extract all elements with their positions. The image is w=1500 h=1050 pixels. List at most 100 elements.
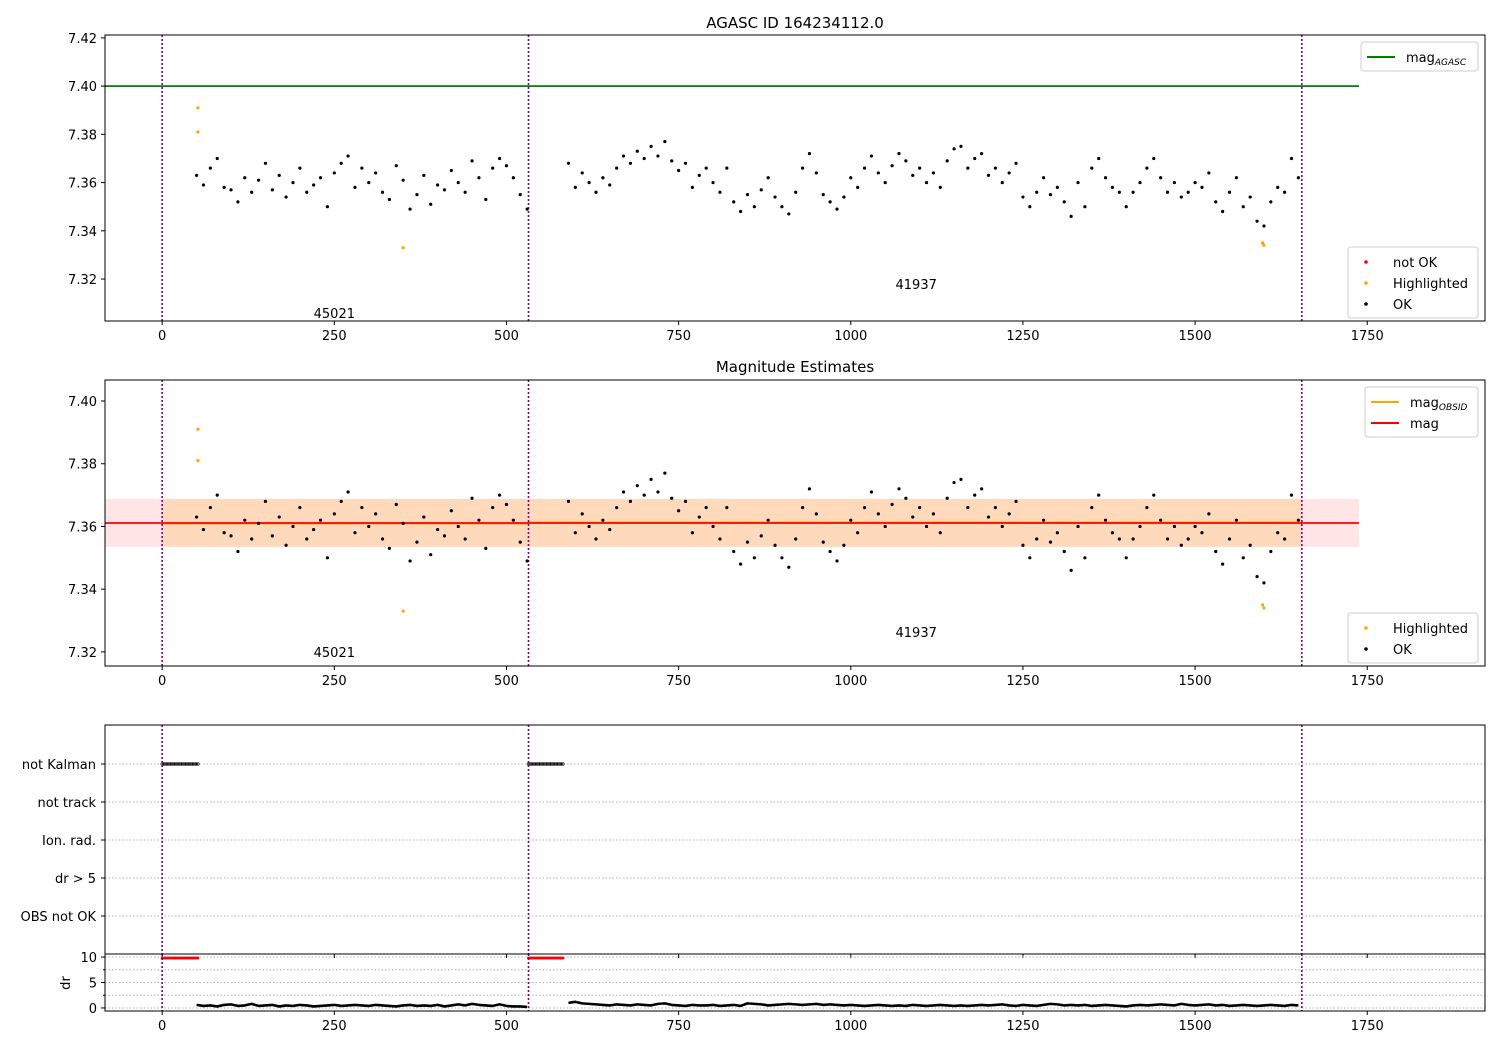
ok-point	[367, 524, 371, 529]
x-tick-label: 750	[666, 674, 691, 689]
ok-point	[1221, 562, 1225, 566]
ok-point	[862, 506, 867, 510]
y-tick-label: 7.32	[68, 646, 97, 661]
ok-point	[250, 190, 254, 194]
dr-series	[196, 1002, 528, 1009]
ok-point	[621, 154, 626, 158]
highlighted-point	[196, 427, 200, 431]
ok-point	[497, 493, 502, 497]
ok-point	[408, 559, 412, 563]
y-tick-label: 7.42	[68, 32, 97, 47]
ok-point	[1110, 185, 1115, 190]
ok-point	[470, 159, 474, 163]
ok-point	[284, 543, 288, 547]
ok-point	[883, 180, 887, 185]
y-tick-label: 7.36	[68, 520, 97, 535]
ok-point	[1000, 180, 1004, 185]
ok-point	[1165, 190, 1170, 194]
ok-point	[215, 493, 219, 497]
ok-point	[415, 540, 419, 544]
y-tick-label: 7.40	[68, 395, 97, 410]
ok-point	[360, 166, 364, 170]
ok-point	[869, 154, 874, 158]
ok-point	[690, 531, 694, 535]
ok-point	[1179, 195, 1183, 199]
highlighted-point	[1260, 603, 1265, 607]
ok-point	[718, 537, 722, 541]
ok-point	[1214, 200, 1218, 204]
ok-point	[194, 173, 199, 177]
ok-point	[291, 524, 295, 529]
ok-point	[993, 506, 997, 510]
ok-point	[1110, 531, 1115, 535]
ok-point	[1069, 568, 1073, 572]
ok-point	[780, 556, 784, 560]
ok-point	[670, 496, 674, 500]
ok-point	[594, 190, 598, 194]
legend-label: not OK	[1393, 256, 1438, 271]
ok-point	[621, 490, 626, 494]
ok-point	[1214, 549, 1218, 554]
ok-point	[677, 509, 681, 513]
dr-clipped-point	[561, 956, 565, 960]
ok-point	[1090, 506, 1094, 510]
ok-point	[208, 506, 212, 510]
ok-point	[380, 537, 385, 541]
ok-point	[1097, 493, 1101, 497]
ok-point	[704, 166, 708, 170]
ok-point	[491, 166, 495, 170]
ok-point	[387, 197, 392, 202]
legend-point-marker	[1364, 626, 1368, 630]
ok-point	[869, 490, 874, 494]
ok-point	[642, 156, 646, 161]
ok-point	[298, 506, 302, 510]
ok-point	[1248, 543, 1252, 547]
ok-point	[1200, 531, 1204, 535]
ok-point	[332, 512, 336, 516]
ok-point	[256, 521, 261, 525]
ok-point	[1131, 190, 1135, 194]
ok-point	[697, 173, 701, 177]
legend-point-marker	[1364, 281, 1368, 285]
ok-point	[504, 502, 509, 507]
ok-point	[256, 178, 261, 182]
ok-point	[470, 496, 474, 500]
flag-label: dr > 5	[55, 872, 96, 887]
highlighted-point	[196, 106, 200, 110]
legend-label: OK	[1393, 298, 1412, 313]
ok-point	[924, 180, 929, 185]
ok-point	[1283, 537, 1287, 541]
ok-point	[683, 161, 688, 165]
ok-point	[1055, 531, 1059, 535]
y-tick-label: 7.34	[68, 583, 97, 598]
ok-point	[800, 166, 805, 170]
ok-point	[1269, 549, 1273, 554]
ok-point	[229, 534, 233, 538]
ok-point	[807, 487, 812, 491]
ok-point	[1090, 166, 1094, 170]
ok-point	[966, 506, 970, 510]
ok-point	[477, 518, 481, 522]
obsid-label: 41937	[896, 626, 937, 641]
y-tick-label: 7.38	[68, 458, 97, 473]
ok-point	[463, 537, 467, 541]
x-tick-label: 750	[666, 1019, 691, 1034]
ok-point	[1172, 180, 1177, 185]
ok-point	[787, 565, 791, 569]
ok-point	[573, 185, 577, 190]
ok-point	[1048, 193, 1053, 197]
ok-point	[1221, 209, 1225, 214]
ok-point	[794, 537, 798, 541]
ok-point	[904, 159, 908, 163]
ok-point	[222, 185, 226, 190]
ok-point	[677, 168, 681, 173]
ok-point	[608, 527, 612, 532]
ok-point	[1152, 156, 1156, 161]
x-tick-label: 1500	[1179, 674, 1212, 689]
ok-point	[704, 506, 708, 510]
ok-point	[270, 188, 274, 192]
dr-axis-label: dr	[59, 976, 74, 990]
x-tick-label: 1000	[834, 329, 867, 344]
ok-point	[628, 161, 633, 165]
ok-point	[814, 512, 818, 516]
